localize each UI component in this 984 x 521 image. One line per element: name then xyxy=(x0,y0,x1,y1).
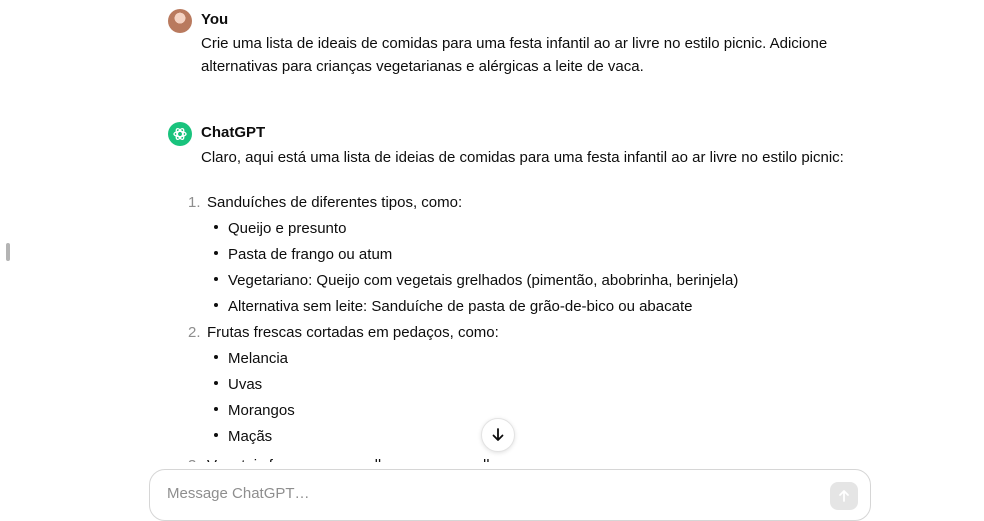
list-item-text: Sanduíches de diferentes tipos, como: xyxy=(207,194,463,211)
assistant-list: 1. Sanduíches de diferentes tipos, como:… xyxy=(168,122,868,474)
bullet-icon xyxy=(214,303,218,307)
sub-list-item: Vegetariano: Queijo com vegetais grelhad… xyxy=(228,272,739,289)
sub-list-item: Melancia xyxy=(228,350,289,367)
list-item-number: 2. xyxy=(188,324,201,341)
bullet-icon xyxy=(214,381,218,385)
bullet-icon xyxy=(214,355,218,359)
sub-list-item: Morangos xyxy=(228,402,295,419)
bullet-icon xyxy=(214,407,218,411)
arrow-down-icon xyxy=(492,428,504,441)
list-item-number: 1. xyxy=(188,194,201,211)
sub-list-item: Queijo e presunto xyxy=(228,220,347,237)
user-author-label: You xyxy=(201,11,229,28)
user-message: You Crie uma lista de ideais de comidas … xyxy=(168,9,868,79)
message-input[interactable] xyxy=(165,484,809,503)
arrow-up-icon xyxy=(839,490,849,502)
bullet-icon xyxy=(214,277,218,281)
sub-list-item: Pasta de frango ou atum xyxy=(228,246,393,263)
sub-list-item: Alternativa sem leite: Sanduíche de past… xyxy=(228,298,693,315)
bullet-icon xyxy=(214,433,218,437)
bullet-icon xyxy=(214,251,218,255)
sub-list-item: Maçãs xyxy=(228,428,273,445)
bullet-icon xyxy=(214,225,218,229)
sidebar-toggle-handle[interactable] xyxy=(6,243,10,261)
user-avatar xyxy=(168,9,192,33)
list-item-text: Frutas frescas cortadas em pedaços, como… xyxy=(207,324,499,341)
assistant-message: ChatGPT Claro, aqui está uma lista de id… xyxy=(168,122,868,474)
scroll-to-bottom-button[interactable] xyxy=(481,418,515,452)
send-button[interactable] xyxy=(830,482,858,510)
sub-list-item: Uvas xyxy=(228,376,263,393)
message-composer xyxy=(149,469,871,521)
user-message-text: Crie uma lista de ideais de comidas para… xyxy=(201,35,828,75)
